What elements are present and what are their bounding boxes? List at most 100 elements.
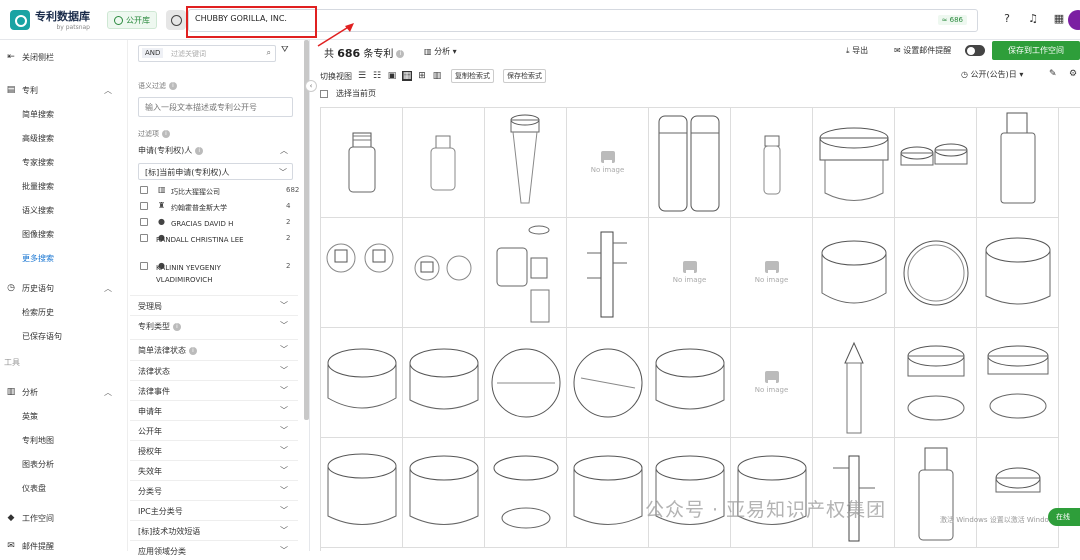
patent-thumbnail[interactable] <box>403 218 485 328</box>
patent-thumbnail[interactable]: No image <box>731 218 813 328</box>
patent-thumbnail[interactable] <box>813 108 895 218</box>
apps-grid-icon[interactable]: ▦ <box>1052 12 1066 26</box>
patent-thumbnail[interactable] <box>567 328 649 438</box>
patent-thumbnail[interactable] <box>813 328 895 438</box>
patent-thumbnail[interactable] <box>321 218 403 328</box>
nav-simple-search[interactable]: 简单搜索 <box>0 104 128 124</box>
patent-thumbnail[interactable] <box>485 108 567 218</box>
checkbox[interactable] <box>140 218 148 226</box>
facet-legal-status[interactable]: 法律状态 ﹀ <box>130 360 298 380</box>
nav-insights[interactable]: 英策 <box>0 406 128 426</box>
filter-settings-icon[interactable]: ⛛ <box>281 45 295 59</box>
facet-office[interactable]: 受理局 ﹀ <box>130 295 298 315</box>
nav-image-search[interactable]: 图像搜索 <box>0 224 128 244</box>
patent-thumbnail[interactable] <box>485 218 567 328</box>
filter-scrollbar[interactable] <box>304 40 309 420</box>
patent-thumbnail[interactable] <box>813 438 895 548</box>
copy-query-button[interactable]: 复制检索式 <box>451 69 494 83</box>
nav-more-search[interactable]: 更多搜索 <box>0 248 128 268</box>
patent-thumbnail[interactable] <box>485 438 567 548</box>
facet-classification[interactable]: 分类号 ﹀ <box>130 480 298 500</box>
tree-view-icon[interactable]: ⊞ <box>417 71 427 81</box>
avatar[interactable] <box>1068 10 1080 30</box>
facet-ipc-main[interactable]: IPC主分类号 ﹀ <box>130 500 298 520</box>
select-page-checkbox[interactable]: 选择当前页 <box>320 88 376 99</box>
save-query-button[interactable]: 保存检索式 <box>503 69 546 83</box>
nav-batch-search[interactable]: 批量搜索 <box>0 176 128 196</box>
search-icon[interactable]: ⌕ <box>267 48 271 58</box>
patent-thumbnail[interactable] <box>321 328 403 438</box>
and-operator[interactable]: AND <box>142 48 164 58</box>
patent-thumbnail[interactable] <box>567 218 649 328</box>
sort-dropdown[interactable]: ◷ 公开(公告)日 ▾ <box>961 69 1023 80</box>
facet-publication-year[interactable]: 公开年 ﹀ <box>130 420 298 440</box>
patent-thumbnail[interactable] <box>895 108 977 218</box>
nav-semantic-search[interactable]: 语义搜索 <box>0 200 128 220</box>
email-alert-toggle[interactable] <box>965 45 985 56</box>
patent-thumbnail[interactable] <box>977 438 1059 548</box>
bell-icon[interactable]: ♫ <box>1026 12 1040 26</box>
patent-thumbnail[interactable] <box>977 328 1059 438</box>
patent-thumbnail[interactable] <box>321 108 403 218</box>
help-icon[interactable]: ? <box>1000 12 1014 26</box>
checkbox[interactable] <box>140 202 148 210</box>
patent-thumbnail[interactable] <box>813 218 895 328</box>
checkbox[interactable] <box>140 186 148 194</box>
nav-advanced-search[interactable]: 高级搜索 <box>0 128 128 148</box>
patent-thumbnail[interactable] <box>895 438 977 548</box>
nav-expert-search[interactable]: 专家搜索 <box>0 152 128 172</box>
facet-legal-event[interactable]: 法律事件 ﹀ <box>130 380 298 400</box>
nav-section-history[interactable]: ◷ 历史语句 ︿ <box>0 278 128 298</box>
applicant-type-select[interactable]: [标]当前申请(专利权)人 ﹀ <box>138 163 293 180</box>
applicant-group-title[interactable]: 申请(专利权)人 i <box>138 145 204 156</box>
patent-thumbnail[interactable] <box>731 108 813 218</box>
nav-search-history[interactable]: 检索历史 <box>0 302 128 322</box>
patent-thumbnail[interactable] <box>649 108 731 218</box>
nav-workspace[interactable]: ◆ 工作空间 <box>0 508 128 528</box>
checkbox[interactable] <box>140 262 148 270</box>
patent-thumbnail[interactable] <box>895 328 977 438</box>
patent-thumbnail[interactable]: No image <box>649 218 731 328</box>
close-sidebar-button[interactable]: ⇤ 关闭侧栏 <box>0 47 128 67</box>
patent-thumbnail[interactable] <box>649 438 731 548</box>
facet-expiry-year[interactable]: 失效年 ﹀ <box>130 460 298 480</box>
save-to-workspace-button[interactable]: 保存到工作空间 <box>992 41 1080 60</box>
globe-icon[interactable] <box>166 10 186 30</box>
facet-simple-legal-status[interactable]: 简单法律状态 i ﹀ <box>130 339 298 359</box>
export-button[interactable]: ⤓ 导出 <box>846 45 868 56</box>
filter-keyword-box[interactable]: AND 过滤关键词 ⌕ <box>138 45 276 62</box>
nav-dashboard[interactable]: 仪表盘 <box>0 478 128 498</box>
app-logo[interactable]: 专利数据库 by patsnap <box>10 8 90 31</box>
semantic-filter-input[interactable] <box>138 97 293 117</box>
patent-thumbnail[interactable] <box>649 328 731 438</box>
chevron-up-icon[interactable]: ︿ <box>280 145 288 156</box>
online-chat-button[interactable]: 在线 <box>1048 508 1080 526</box>
nav-email-alert[interactable]: ✉ 邮件提醒 <box>0 536 128 556</box>
email-alert-button[interactable]: ✉ 设置邮件提醒 <box>894 45 951 56</box>
database-badge[interactable]: 公开库 <box>107 11 157 29</box>
nav-chart-analysis[interactable]: 图表分析 <box>0 454 128 474</box>
facet-application-year[interactable]: 申请年 ﹀ <box>130 400 298 420</box>
chart-view-icon[interactable]: ▥ <box>432 71 442 81</box>
patent-thumbnail[interactable] <box>485 328 567 438</box>
patent-thumbnail[interactable] <box>403 108 485 218</box>
nav-saved-queries[interactable]: 已保存语句 <box>0 326 128 346</box>
pen-icon[interactable]: ✎ <box>1049 69 1057 79</box>
checkbox[interactable] <box>140 234 148 242</box>
grid-view-icon[interactable]: ▦ <box>402 71 412 81</box>
patent-thumbnail[interactable] <box>321 438 403 548</box>
facet-grant-year[interactable]: 授权年 ﹀ <box>130 440 298 460</box>
patent-thumbnail[interactable] <box>403 328 485 438</box>
gear-icon[interactable]: ⚙ <box>1069 69 1077 79</box>
patent-thumbnail[interactable] <box>731 438 813 548</box>
patent-thumbnail[interactable] <box>977 218 1059 328</box>
nav-section-analysis[interactable]: ▥ 分析 ︿ <box>0 382 128 402</box>
filter-keyword-input[interactable]: 过滤关键词 <box>171 49 206 59</box>
patent-thumbnail[interactable] <box>567 438 649 548</box>
patent-thumbnail[interactable] <box>895 218 977 328</box>
patent-thumbnail[interactable] <box>977 108 1059 218</box>
detail-view-icon[interactable]: ☷ <box>372 71 382 81</box>
checkbox[interactable] <box>320 89 328 98</box>
facet-application-field[interactable]: 应用领域分类 ﹀ <box>130 540 298 560</box>
analysis-dropdown[interactable]: ▥ 分析 ▾ <box>424 46 457 57</box>
